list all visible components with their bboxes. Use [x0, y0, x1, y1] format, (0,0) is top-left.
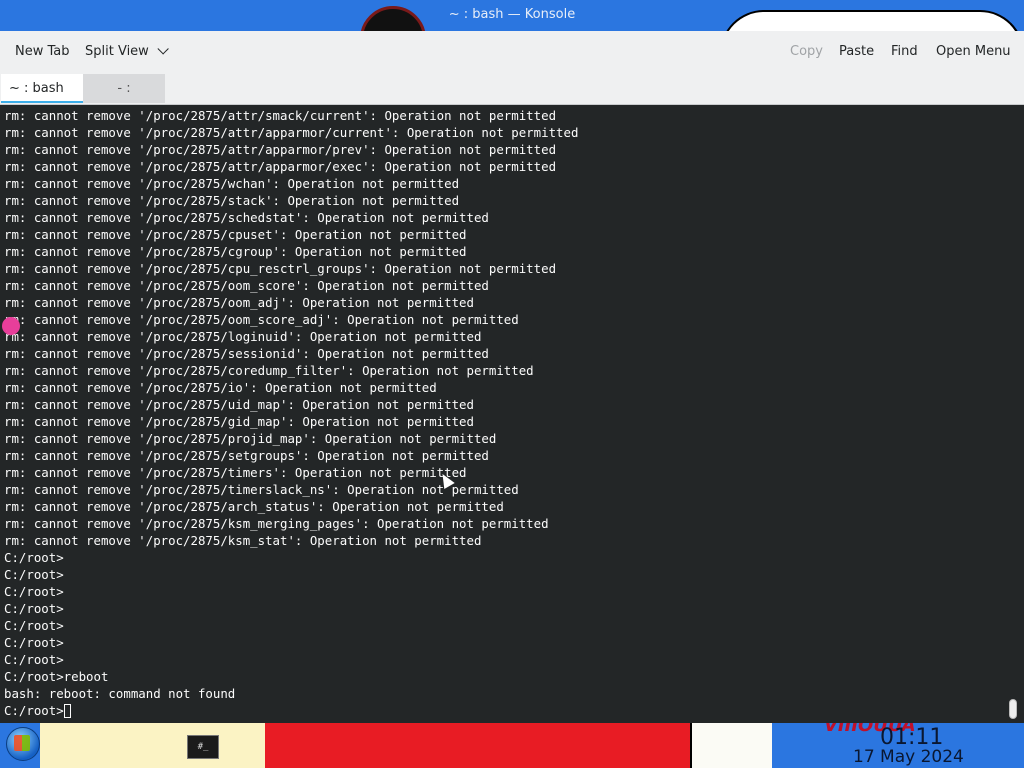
taskbar-wallpaper-red: [265, 723, 690, 768]
windows-logo-icon: [14, 735, 30, 751]
terminal-line: rm: cannot remove '/proc/2875/cgroup': O…: [4, 244, 467, 259]
terminal-line: C:/root>: [4, 567, 64, 582]
terminal-line: rm: cannot remove '/proc/2875/ksm_mergin…: [4, 516, 549, 531]
terminal-line: rm: cannot remove '/proc/2875/wchan': Op…: [4, 176, 460, 191]
terminal-line: C:/root>: [4, 618, 64, 633]
terminal-line: rm: cannot remove '/proc/2875/projid_map…: [4, 431, 497, 446]
terminal-line: rm: cannot remove '/proc/2875/cpu_resctr…: [4, 261, 557, 276]
terminal-line: rm: cannot remove '/proc/2875/timers': O…: [4, 465, 467, 480]
tab-second[interactable]: - :: [83, 74, 165, 103]
konsole-window: New Tab Split View Copy Paste Find Open …: [0, 31, 1024, 723]
terminal-line: C:/root>: [4, 584, 64, 599]
terminal-line: rm: cannot remove '/proc/2875/sessionid'…: [4, 346, 489, 361]
terminal-line: rm: cannot remove '/proc/2875/oom_score'…: [4, 278, 489, 293]
split-view-label: Split View: [85, 44, 149, 59]
terminal-line: rm: cannot remove '/proc/2875/attr/appar…: [4, 142, 557, 157]
terminal-line: C:/root>: [4, 601, 64, 616]
text-cursor: [63, 704, 71, 718]
terminal-line: rm: cannot remove '/proc/2875/oom_adj': …: [4, 295, 474, 310]
terminal-prompt-line[interactable]: C:/root>: [4, 702, 578, 719]
terminal-line: rm: cannot remove '/proc/2875/arch_statu…: [4, 499, 504, 514]
taskbar: #_ VIIIOUUA 01:11 17 May 2024: [0, 723, 1024, 768]
terminal-line: rm: cannot remove '/proc/2875/gid_map': …: [4, 414, 474, 429]
desktop-wallpaper: ~ : bash — Konsole: [0, 0, 1024, 31]
tab-bash[interactable]: ~ : bash: [1, 74, 83, 103]
taskbar-wallpaper-yellow: [40, 723, 267, 768]
terminal-line: C:/root>: [4, 550, 64, 565]
terminal-line: C:/root>: [4, 652, 64, 667]
taskbar-wallpaper-white: [690, 723, 772, 768]
terminal-line: rm: cannot remove '/proc/2875/io': Opera…: [4, 380, 437, 395]
tab-bar: ~ : bash - :: [0, 73, 1024, 105]
terminal-line: rm: cannot remove '/proc/2875/uid_map': …: [4, 397, 474, 412]
touch-indicator-icon: [2, 317, 20, 335]
terminal-line: bash: reboot: command not found: [4, 686, 236, 701]
terminal-line: rm: cannot remove '/proc/2875/coredump_f…: [4, 363, 534, 378]
open-menu-button[interactable]: Open Menu: [936, 44, 1011, 59]
terminal-line: rm: cannot remove '/proc/2875/timerslack…: [4, 482, 519, 497]
terminal-area[interactable]: rm: cannot remove '/proc/2875/attr/smack…: [0, 105, 1024, 723]
terminal-line: rm: cannot remove '/proc/2875/attr/appar…: [4, 125, 579, 140]
window-title: ~ : bash — Konsole: [448, 7, 576, 22]
terminal-prompt: C:/root>: [4, 703, 64, 718]
new-tab-button[interactable]: New Tab: [15, 44, 70, 59]
terminal-line: rm: cannot remove '/proc/2875/attr/smack…: [4, 108, 557, 123]
split-view-button[interactable]: Split View: [85, 43, 169, 59]
terminal-line: rm: cannot remove '/proc/2875/schedstat'…: [4, 210, 489, 225]
terminal-line: rm: cannot remove '/proc/2875/stack': Op…: [4, 193, 460, 208]
terminal-line: C:/root>reboot: [4, 669, 109, 684]
terminal-line: rm: cannot remove '/proc/2875/loginuid':…: [4, 329, 482, 344]
terminal-line: rm: cannot remove '/proc/2875/attr/appar…: [4, 159, 557, 174]
terminal-line: rm: cannot remove '/proc/2875/cpuset': O…: [4, 227, 467, 242]
konsole-toolbar: New Tab Split View Copy Paste Find Open …: [0, 31, 1024, 73]
konsole-task-icon[interactable]: #_: [187, 735, 219, 759]
terminal-line: C:/root>: [4, 635, 64, 650]
terminal-output: rm: cannot remove '/proc/2875/attr/smack…: [4, 107, 578, 719]
terminal-line: rm: cannot remove '/proc/2875/oom_score_…: [4, 312, 519, 327]
terminal-line: rm: cannot remove '/proc/2875/setgroups'…: [4, 448, 489, 463]
paste-button[interactable]: Paste: [839, 44, 874, 59]
scrollbar-handle[interactable]: [1009, 699, 1017, 719]
find-button[interactable]: Find: [891, 44, 918, 59]
chevron-down-icon: [157, 43, 169, 55]
terminal-line: rm: cannot remove '/proc/2875/ksm_stat':…: [4, 533, 482, 548]
copy-button[interactable]: Copy: [790, 44, 823, 59]
clock-date[interactable]: 17 May 2024: [853, 747, 964, 767]
